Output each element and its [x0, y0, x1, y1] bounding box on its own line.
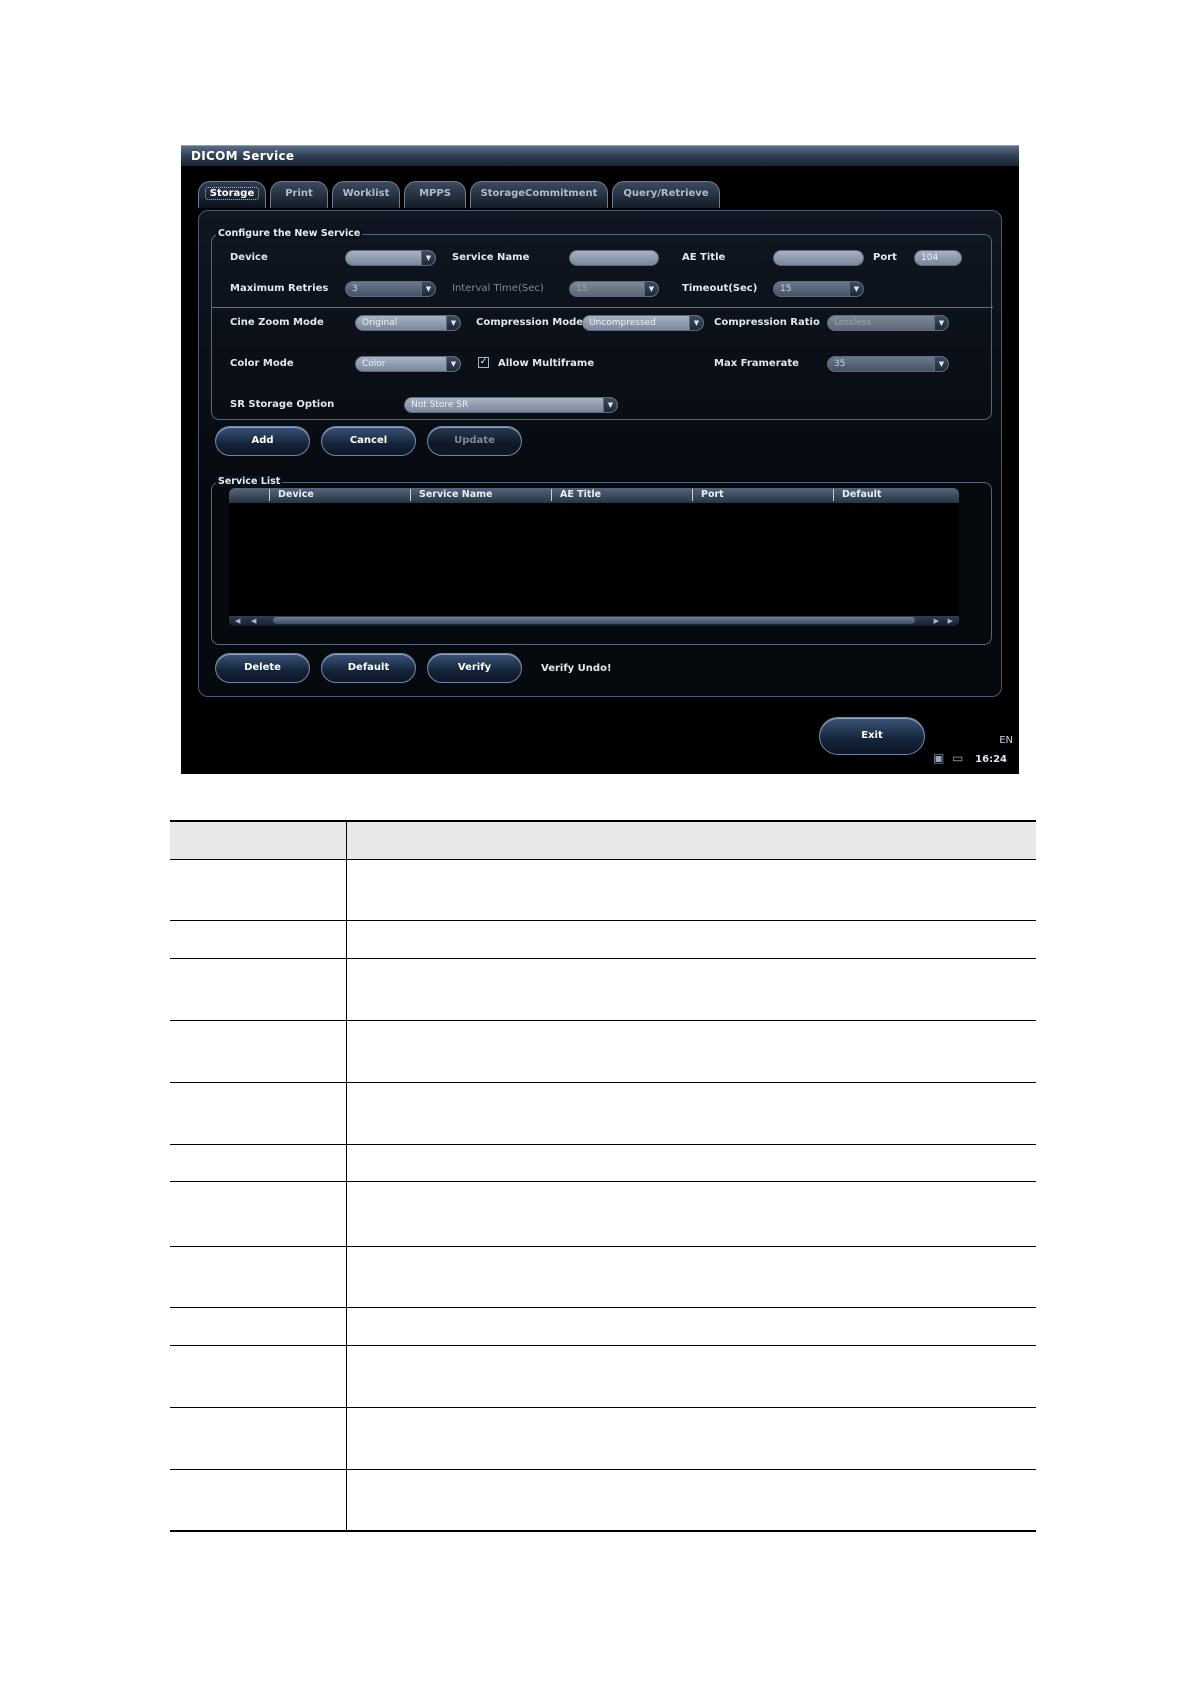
tab-storage-label: Storage: [204, 187, 260, 200]
printer-icon: ▣: [933, 751, 945, 765]
sr-option-select[interactable]: Not Store SR ▼: [404, 397, 618, 413]
service-name-label: Service Name: [452, 252, 530, 263]
add-button[interactable]: Add: [215, 426, 310, 456]
language-indicator: EN: [999, 735, 1013, 746]
clock: 16:24: [975, 754, 1007, 765]
max-framerate-select[interactable]: 35 ▼: [827, 356, 949, 372]
max-retries-select[interactable]: 3 ▼: [345, 281, 436, 297]
sr-option-label: SR Storage Option: [230, 399, 335, 410]
max-retries-label: Maximum Retries: [230, 283, 329, 294]
column-device[interactable]: Device: [269, 489, 314, 501]
chevron-down-icon: ▼: [934, 357, 948, 371]
table-row: [170, 958, 1036, 1021]
table-row: [170, 1020, 1036, 1083]
column-ae-title[interactable]: AE Title: [551, 489, 601, 501]
table-row: [170, 1345, 1036, 1408]
chevron-down-icon: ▼: [421, 282, 435, 296]
color-mode-label: Color Mode: [230, 358, 294, 369]
scroll-left-icon[interactable]: ◀: [235, 616, 240, 626]
update-button[interactable]: Update: [427, 426, 522, 456]
compression-mode-label: Compression Mode: [476, 317, 584, 328]
compression-ratio-select[interactable]: Lossless ▼: [827, 315, 949, 331]
color-mode-select[interactable]: Color ▼: [355, 356, 461, 372]
tab-print[interactable]: Print: [270, 181, 328, 208]
tab-storage[interactable]: Storage: [198, 181, 266, 208]
device-select[interactable]: ▼: [345, 250, 436, 266]
port-label: Port: [873, 252, 897, 263]
compression-ratio-label: Compression Ratio: [714, 317, 820, 328]
table-row: [170, 1181, 1036, 1247]
allow-multiframe-checkbox[interactable]: ✓: [478, 357, 489, 368]
table-header-cell: [346, 820, 1036, 860]
table-row: [170, 1246, 1036, 1308]
service-name-input[interactable]: [569, 250, 659, 266]
allow-multiframe-label: Allow Multiframe: [498, 358, 595, 369]
delete-button[interactable]: Delete: [215, 653, 310, 683]
max-framerate-label: Max Framerate: [714, 358, 799, 369]
cine-zoom-select[interactable]: Original ▼: [355, 315, 461, 331]
verify-button[interactable]: Verify: [427, 653, 522, 683]
chevron-down-icon: ▼: [421, 251, 435, 265]
table-header-row: [170, 820, 1036, 860]
table-row: [170, 859, 1036, 921]
verify-status: Verify Undo!: [541, 663, 612, 674]
chevron-down-icon: ▼: [603, 398, 617, 412]
default-button[interactable]: Default: [321, 653, 416, 683]
title-bar: DICOM Service: [181, 145, 1019, 166]
scroll-left-icon[interactable]: ◀: [251, 616, 256, 626]
cancel-button[interactable]: Cancel: [321, 426, 416, 456]
tab-storage-commitment[interactable]: StorageCommitment: [470, 181, 608, 208]
column-port[interactable]: Port: [692, 489, 724, 501]
table-row: [170, 1407, 1036, 1470]
table-row: [170, 1144, 1036, 1182]
column-service-name[interactable]: Service Name: [410, 489, 493, 501]
scroll-right-icon[interactable]: ▶: [934, 616, 939, 626]
tab-query-retrieve[interactable]: Query/Retrieve: [612, 181, 720, 208]
table-row: [170, 1307, 1036, 1346]
chevron-down-icon: ▼: [446, 357, 460, 371]
service-list-header: Device Service Name AE Title Port Defaul…: [229, 488, 959, 503]
tab-worklist[interactable]: Worklist: [332, 181, 400, 208]
chevron-down-icon: ▼: [446, 316, 460, 330]
cine-zoom-label: Cine Zoom Mode: [230, 317, 324, 328]
dicom-service-window: DICOM Service Storage Print Worklist MPP…: [181, 145, 1019, 774]
ae-title-input[interactable]: [773, 250, 864, 266]
divider: [212, 307, 993, 308]
document-table: [170, 820, 1036, 1532]
port-input[interactable]: 104: [914, 250, 962, 266]
horizontal-scrollbar[interactable]: ◀ ◀ ▶ ▶: [229, 616, 959, 626]
chevron-down-icon: ▼: [689, 316, 703, 330]
table-row: [170, 920, 1036, 959]
exit-button[interactable]: Exit: [819, 717, 925, 755]
timeout-select[interactable]: 15 ▼: [773, 281, 864, 297]
column-default[interactable]: Default: [833, 489, 881, 501]
network-icon: ▭: [952, 751, 964, 765]
chevron-down-icon: ▼: [849, 282, 863, 296]
compression-mode-select[interactable]: Uncompressed ▼: [582, 315, 704, 331]
scroll-thumb[interactable]: [273, 617, 915, 624]
ae-title-label: AE Title: [682, 252, 726, 263]
chevron-down-icon: ▼: [934, 316, 948, 330]
table-row: [170, 1469, 1036, 1532]
window-title: DICOM Service: [191, 149, 295, 163]
scroll-right-icon[interactable]: ▶: [948, 616, 953, 626]
tab-mpps[interactable]: MPPS: [404, 181, 466, 208]
chevron-down-icon: ▼: [644, 282, 658, 296]
interval-select[interactable]: 15 ▼: [569, 281, 659, 297]
table-row: [170, 1082, 1036, 1145]
storage-panel: Configure the New Service Device ▼ Servi…: [198, 210, 1002, 697]
interval-label: Interval Time(Sec): [452, 283, 544, 294]
service-list-legend: Service List: [216, 476, 283, 487]
configure-legend: Configure the New Service: [216, 228, 363, 239]
timeout-label: Timeout(Sec): [682, 283, 758, 294]
table-header-cell: [170, 820, 347, 860]
service-list-body[interactable]: [229, 503, 959, 616]
device-label: Device: [230, 252, 268, 263]
